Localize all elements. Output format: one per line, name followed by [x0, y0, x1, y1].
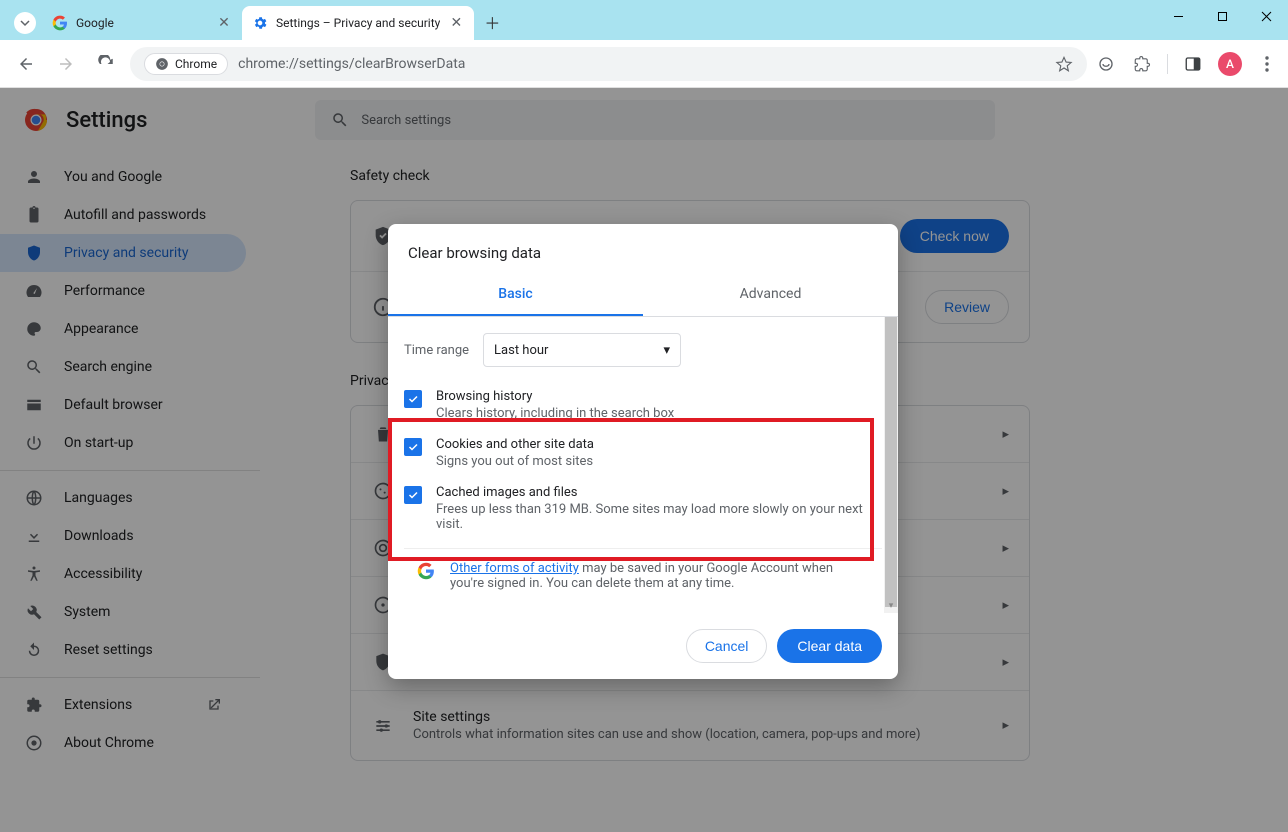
time-range-select[interactable]: Last hour ▾	[483, 333, 681, 367]
window-minimize-button[interactable]	[1156, 0, 1200, 32]
time-range-value: Last hour	[494, 343, 548, 358]
extension-icon[interactable]	[1095, 53, 1117, 75]
window-close-button[interactable]	[1244, 0, 1288, 32]
tab-close-button[interactable]: ✕	[448, 15, 464, 31]
chrome-icon	[155, 57, 169, 71]
checkbox-cookies[interactable]: Cookies and other site dataSigns you out…	[404, 429, 882, 477]
dropdown-icon: ▾	[664, 343, 671, 358]
checkbox-checked-icon	[404, 438, 422, 456]
tab-title: Settings – Privacy and security	[276, 16, 440, 30]
time-range-label: Time range	[404, 343, 469, 358]
more-menu-icon[interactable]	[1256, 53, 1278, 75]
tab-settings-privacy[interactable]: Settings – Privacy and security ✕	[242, 6, 474, 40]
address-bar[interactable]: Chrome chrome://settings/clearBrowserDat…	[130, 47, 1087, 81]
checkbox-checked-icon	[404, 390, 422, 408]
tab-basic[interactable]: Basic	[388, 274, 643, 316]
tab-advanced[interactable]: Advanced	[643, 274, 898, 316]
clear-browsing-data-dialog: Clear browsing data Basic Advanced ▾ Tim…	[388, 224, 898, 679]
site-chip[interactable]: Chrome	[144, 53, 228, 75]
new-tab-button[interactable]: ＋	[478, 8, 506, 36]
clear-data-button[interactable]: Clear data	[777, 629, 882, 663]
profile-avatar[interactable]: A	[1218, 52, 1242, 76]
gear-icon	[252, 15, 268, 31]
dialog-tabs: Basic Advanced	[388, 274, 898, 317]
window-maximize-button[interactable]	[1200, 0, 1244, 32]
side-panel-icon[interactable]	[1182, 53, 1204, 75]
checkbox-cached[interactable]: Cached images and filesFrees up less tha…	[404, 477, 882, 540]
back-button[interactable]	[10, 48, 42, 80]
checkbox-checked-icon	[404, 486, 422, 504]
cancel-button[interactable]: Cancel	[686, 629, 768, 663]
chip-label: Chrome	[175, 57, 217, 71]
other-activity-link[interactable]: Other forms of activity	[450, 561, 579, 576]
info-text: Other forms of activity may be saved in …	[450, 561, 870, 591]
checkbox-browsing-history[interactable]: Browsing historyClears history, includin…	[404, 381, 882, 429]
bookmark-star-icon[interactable]	[1055, 55, 1073, 73]
scrollbar-down-arrow[interactable]: ▾	[884, 599, 898, 613]
dialog-scrollbar-thumb[interactable]	[885, 317, 897, 607]
tab-google[interactable]: Google ✕	[42, 6, 242, 40]
google-g-icon	[416, 561, 436, 581]
separator	[1167, 54, 1168, 74]
chevron-down-icon	[20, 18, 30, 28]
extensions-puzzle-icon[interactable]	[1131, 53, 1153, 75]
browser-toolbar: Chrome chrome://settings/clearBrowserDat…	[0, 40, 1288, 88]
tab-search-button[interactable]	[14, 12, 36, 34]
dialog-title: Clear browsing data	[388, 224, 898, 274]
google-favicon	[52, 15, 68, 31]
browser-titlebar: Google ✕ Settings – Privacy and security…	[0, 0, 1288, 40]
reload-button[interactable]	[90, 48, 122, 80]
tab-close-button[interactable]: ✕	[216, 15, 232, 31]
tab-title: Google	[76, 16, 208, 30]
url-text: chrome://settings/clearBrowserData	[238, 56, 465, 72]
dialog-scrollbar-track[interactable]: ▾	[884, 317, 898, 613]
forward-button[interactable]	[50, 48, 82, 80]
info-box: Other forms of activity may be saved in …	[404, 548, 882, 603]
